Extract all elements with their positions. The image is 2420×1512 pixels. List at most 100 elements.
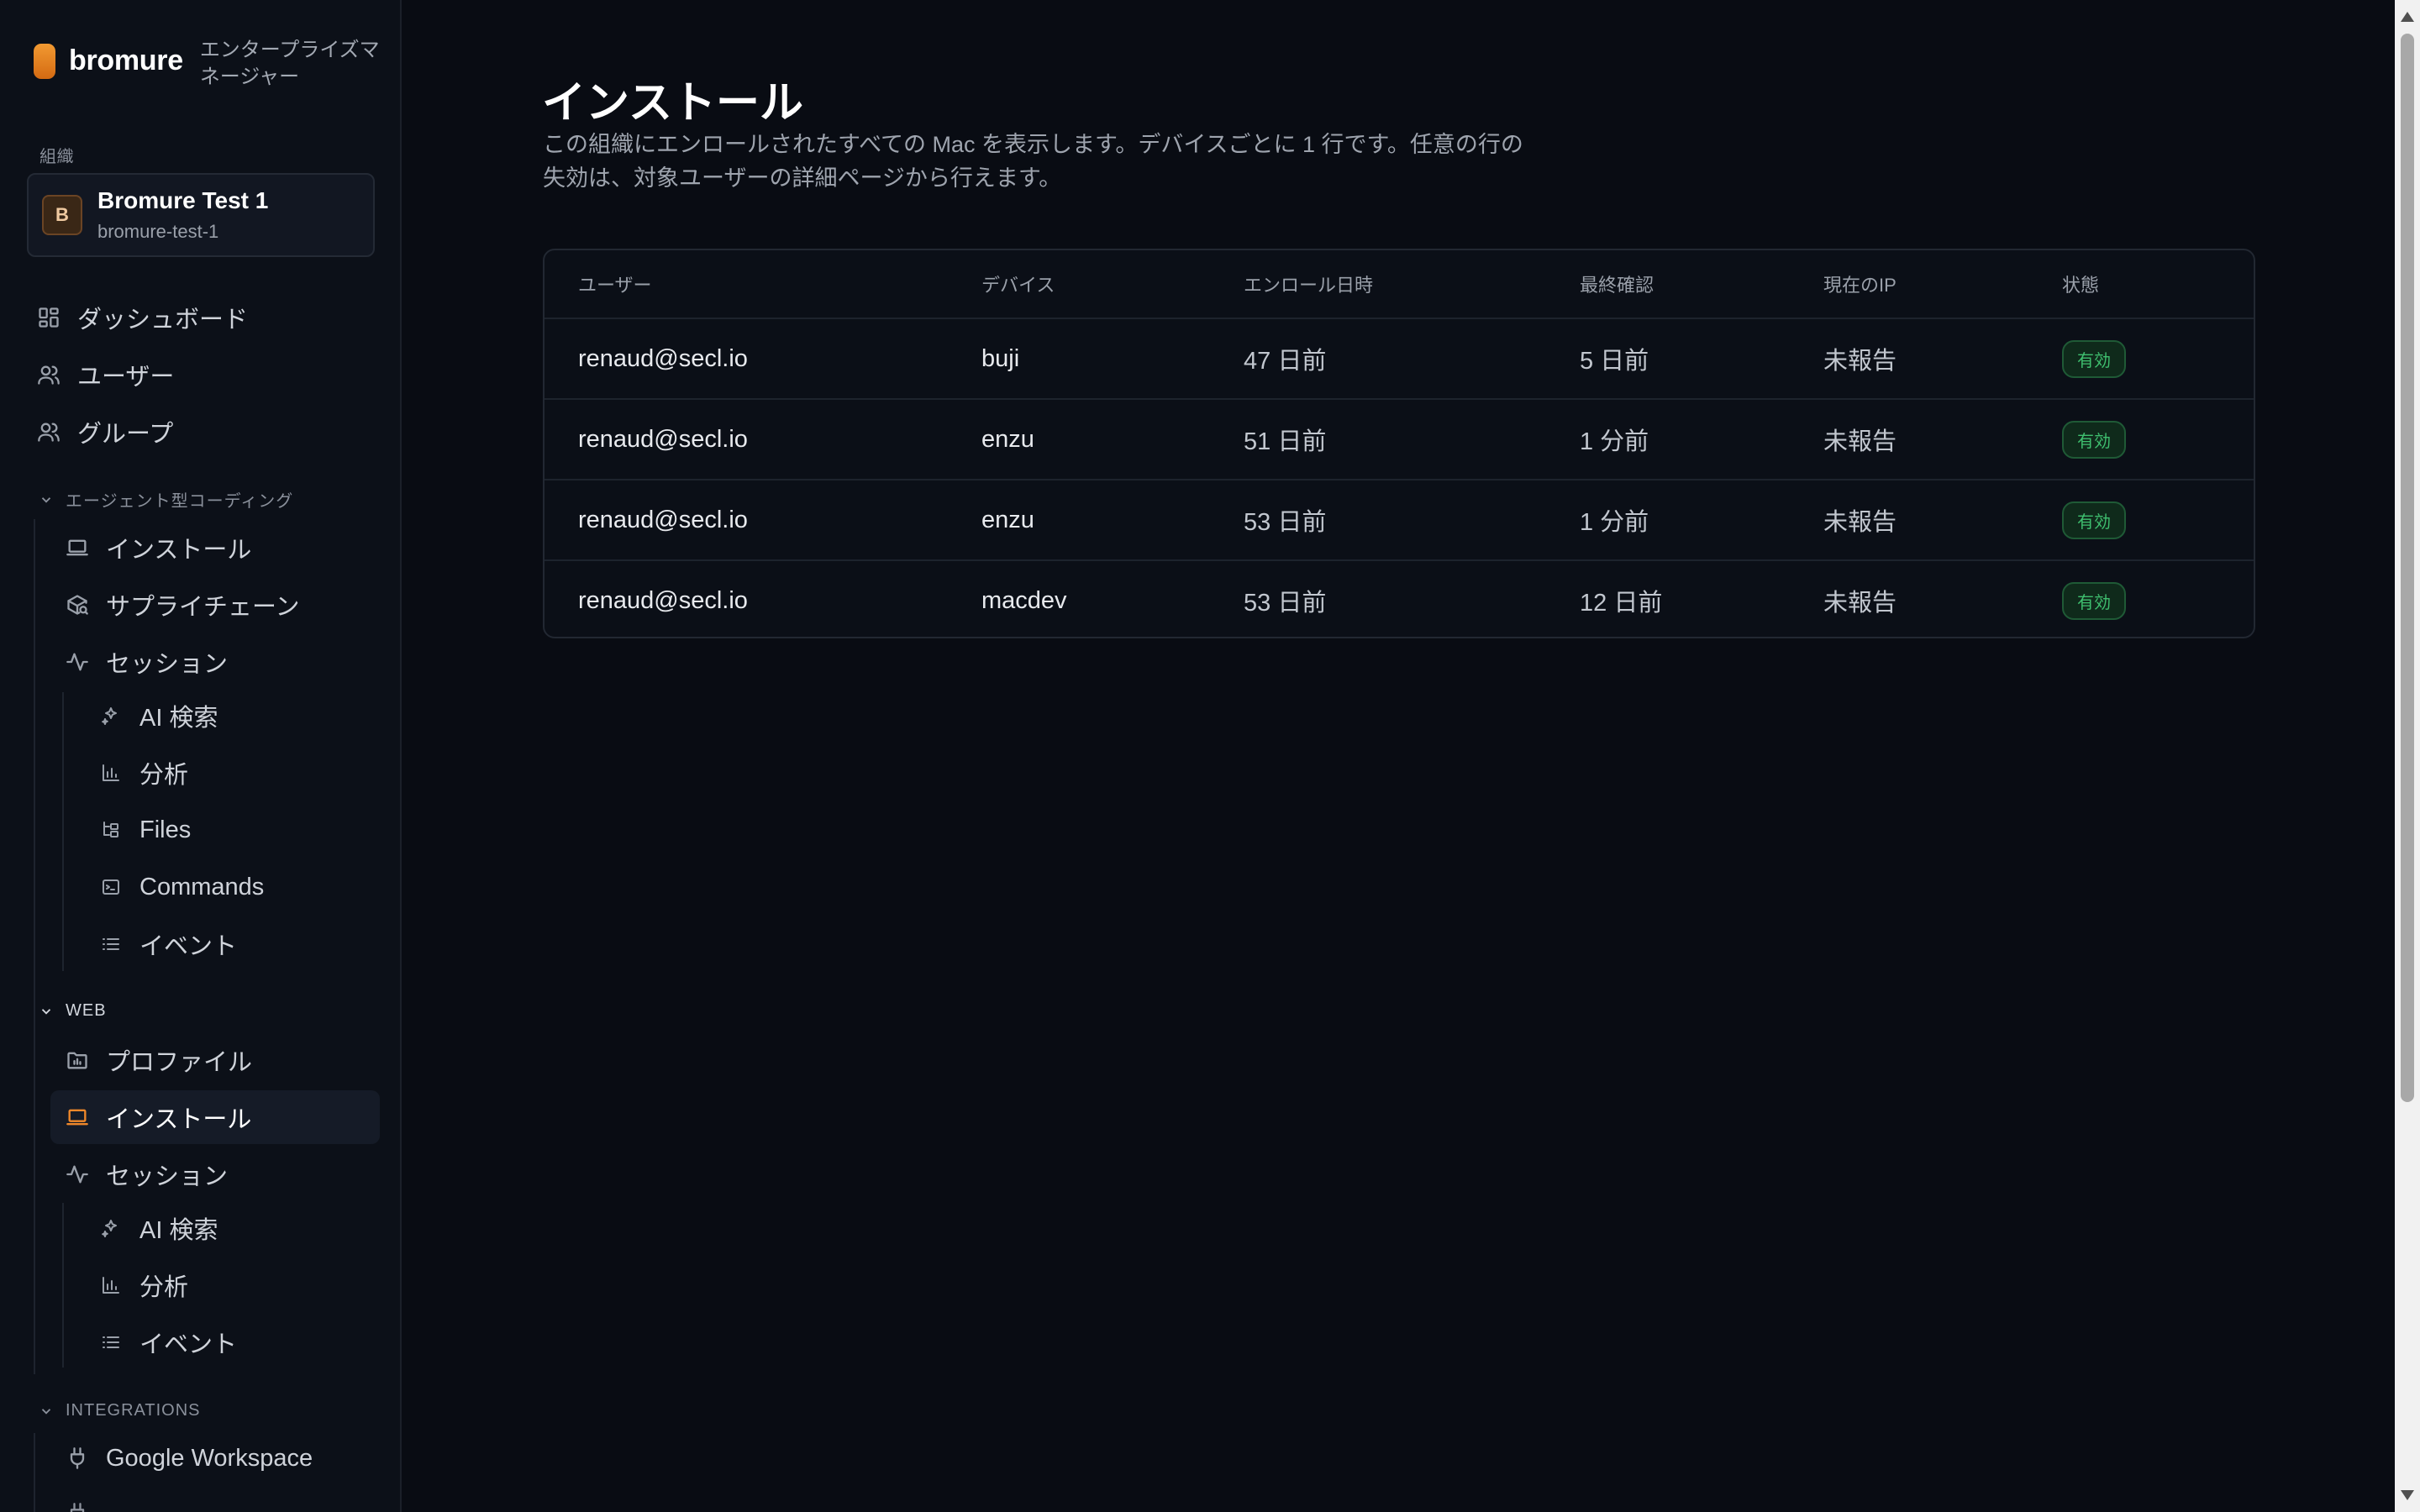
cell-last-seen: 1 分前	[1580, 428, 1649, 455]
nav-label: プロファイル	[106, 1049, 253, 1076]
list-icon	[99, 1331, 123, 1354]
nav-agent-commands[interactable]: Commands	[81, 860, 380, 914]
nav-label: 分析	[139, 762, 189, 789]
nav-agent-sessions[interactable]: セッション	[50, 635, 380, 689]
nav-label: セッション	[106, 1163, 229, 1190]
brand-subtitle: エンタープライズマネージャー	[199, 39, 380, 88]
nav-label: ダッシュボード	[77, 307, 249, 333]
laptop-icon	[66, 536, 89, 559]
section-integrations[interactable]: INTEGRATIONS	[39, 1401, 201, 1420]
column-header-status[interactable]: 状態	[2062, 250, 2099, 318]
nav-label: 分析	[139, 1274, 189, 1301]
nav-web-events[interactable]: イベント	[81, 1315, 380, 1369]
cell-device: enzu	[981, 425, 1034, 453]
activity-icon	[66, 650, 89, 674]
nav-dashboard[interactable]: ダッシュボード	[27, 291, 375, 344]
chevron-down-icon	[41, 1408, 51, 1415]
folder-tree-icon	[99, 818, 123, 842]
cell-user: renaud@secl.io	[578, 425, 748, 453]
nav-web-analytics[interactable]: 分析	[81, 1258, 380, 1312]
section-title: エージェント型コーディング	[66, 492, 294, 511]
nav-label: Commands	[139, 873, 265, 900]
installs-table: ユーザー デバイス エンロール日時 最終確認 現在のIP 状態 renaud@s…	[543, 249, 2255, 638]
scroll-up-arrow-icon[interactable]	[2401, 12, 2414, 22]
section-title: INTEGRATIONS	[66, 1401, 201, 1420]
nav-groups[interactable]: グループ	[27, 405, 375, 459]
cell-device: buji	[981, 344, 1020, 372]
cell-user: renaud@secl.io	[578, 506, 748, 533]
terminal-icon	[99, 875, 123, 899]
nav-label: インストール	[106, 1106, 252, 1133]
cell-current-ip: 未報告	[1823, 509, 1897, 536]
column-header-current-ip[interactable]: 現在のIP	[1823, 250, 1897, 318]
plug-icon	[66, 1502, 89, 1512]
section-agent-coding[interactable]: エージェント型コーディング	[39, 487, 293, 512]
page-description: この組織にエンロールされたすべての Mac を表示します。デバイスごとに 1 行…	[543, 132, 1523, 191]
nav-users[interactable]: ユーザー	[27, 348, 375, 402]
status-badge: 有効	[2062, 420, 2126, 459]
page-scrollbar[interactable]	[2395, 0, 2420, 1512]
cell-enrolled: 51 日前	[1244, 428, 1327, 455]
cell-current-ip: 未報告	[1823, 590, 1897, 617]
cell-device: enzu	[981, 506, 1034, 533]
nav-agent-analytics[interactable]: 分析	[81, 746, 380, 800]
cell-current-ip: 未報告	[1823, 348, 1897, 375]
tree-line	[34, 1433, 35, 1512]
cell-device: macdev	[981, 586, 1067, 614]
table-row[interactable]: renaud@secl.io enzu 51 日前 1 分前 未報告 有効	[544, 400, 2254, 480]
table-header-row: ユーザー デバイス エンロール日時 最終確認 現在のIP 状態	[544, 250, 2254, 319]
nav-label: AI 検索	[139, 705, 218, 732]
nav-agent-files[interactable]: Files	[81, 803, 380, 857]
scroll-down-arrow-icon[interactable]	[2401, 1490, 2414, 1500]
list-icon	[99, 932, 123, 956]
chevron-down-icon	[41, 1008, 51, 1015]
org-slug: bromure-test-1	[97, 221, 219, 242]
section-title: WEB	[66, 1001, 107, 1020]
nav-label: AI 検索	[139, 1217, 218, 1244]
org-switcher[interactable]: B Bromure Test 1 bromure-test-1	[27, 173, 375, 257]
tree-line	[62, 1203, 64, 1368]
laptop-icon	[66, 1105, 89, 1129]
brand[interactable]: bromure エンタープライズマネージャー	[34, 37, 385, 88]
nav-agent-events[interactable]: イベント	[81, 917, 380, 971]
status-badge: 有効	[2062, 501, 2126, 539]
cell-last-seen: 1 分前	[1580, 509, 1649, 536]
nav-label: Google Workspace	[106, 1444, 313, 1472]
org-section-label: 組織	[39, 148, 74, 166]
nav-web-ai-search[interactable]: AI 検索	[81, 1201, 380, 1255]
nav-agent-ai-search[interactable]: AI 検索	[81, 689, 380, 743]
nav-supply-chain[interactable]: サプライチェーン	[50, 578, 380, 632]
nav-agent-install[interactable]: インストール	[50, 521, 380, 575]
nav-label: イベント	[139, 933, 238, 960]
column-header-user[interactable]: ユーザー	[578, 250, 652, 318]
nav-label: セッション	[106, 651, 229, 678]
column-header-enrolled[interactable]: エンロール日時	[1244, 250, 1373, 318]
nav-web-sessions[interactable]: セッション	[50, 1147, 380, 1201]
tree-line	[34, 1033, 35, 1374]
section-web[interactable]: WEB	[39, 1001, 107, 1021]
dashboard-icon	[37, 306, 60, 329]
org-avatar: B	[42, 195, 82, 235]
nav-web-install[interactable]: インストール	[50, 1090, 380, 1144]
nav-google-workspace[interactable]: Google Workspace	[50, 1431, 380, 1485]
nav-label: グループ	[77, 421, 174, 448]
column-header-last-seen[interactable]: 最終確認	[1580, 250, 1654, 318]
sidebar: bromure エンタープライズマネージャー 組織 B Bromure Test…	[0, 0, 402, 1512]
nav-integration-partial[interactable]	[50, 1487, 380, 1512]
tree-line	[62, 692, 64, 971]
cell-last-seen: 12 日前	[1580, 590, 1663, 617]
plug-icon	[66, 1446, 89, 1470]
org-name: Bromure Test 1	[97, 187, 269, 213]
nav-web-profiles[interactable]: プロファイル	[50, 1033, 380, 1087]
column-header-device[interactable]: デバイス	[981, 250, 1055, 318]
cell-user: renaud@secl.io	[578, 586, 748, 614]
table-row[interactable]: renaud@secl.io macdev 53 日前 12 日前 未報告 有効	[544, 561, 2254, 637]
table-row[interactable]: renaud@secl.io enzu 53 日前 1 分前 未報告 有効	[544, 480, 2254, 561]
bromure-logo-icon	[34, 44, 55, 79]
table-row[interactable]: renaud@secl.io buji 47 日前 5 日前 未報告 有効	[544, 319, 2254, 400]
main-content: インストール この組織にエンロールされたすべての Mac を表示します。デバイス…	[403, 0, 2420, 1512]
scroll-thumb[interactable]	[2401, 34, 2414, 1102]
cell-enrolled: 47 日前	[1244, 348, 1327, 375]
brand-name: bromure	[69, 45, 183, 76]
activity-icon	[66, 1163, 89, 1186]
